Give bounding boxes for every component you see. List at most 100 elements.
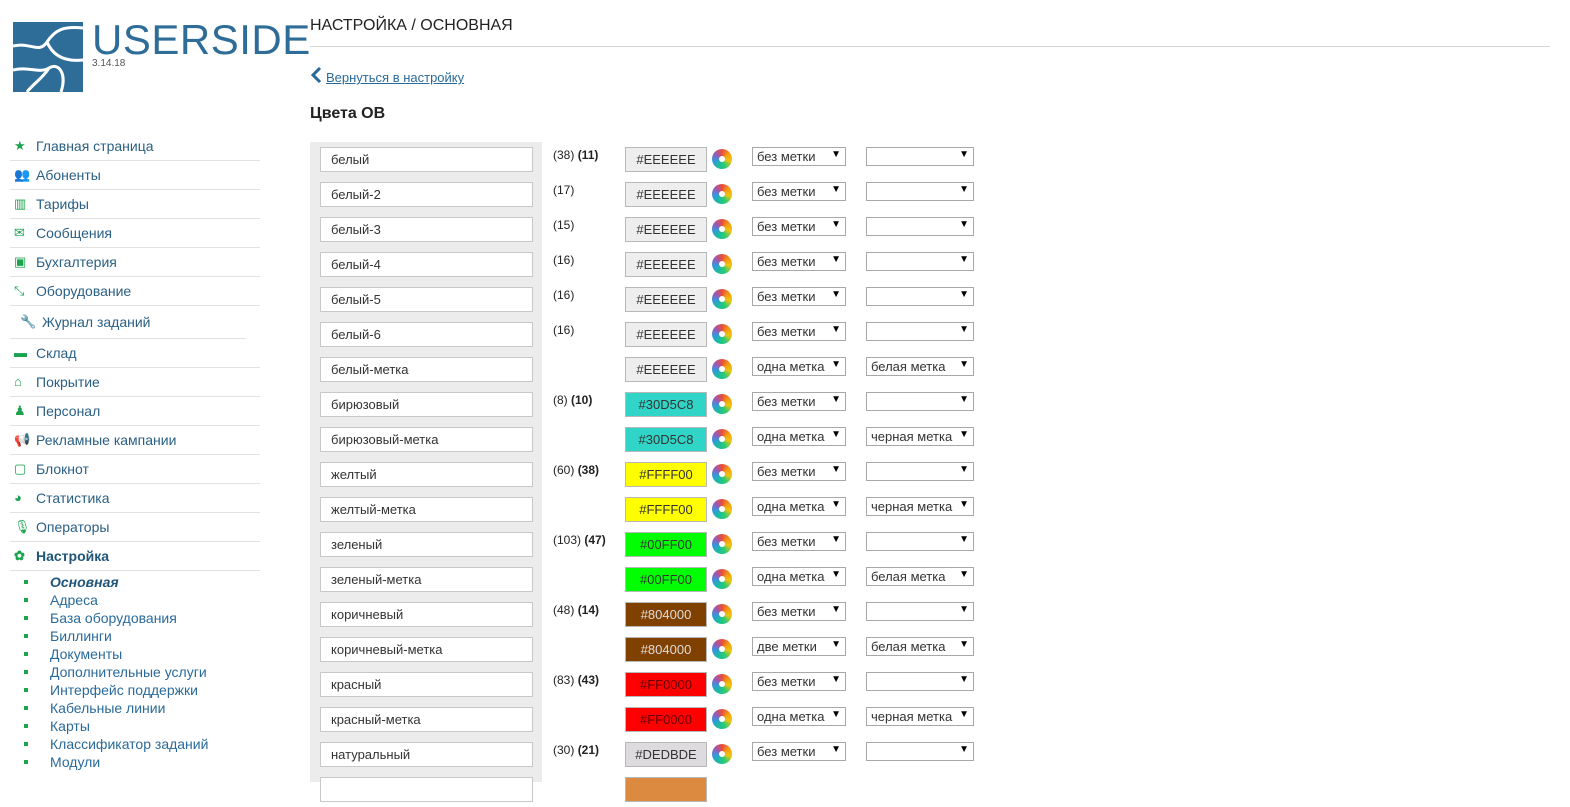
- label-color-select[interactable]: ▼: [866, 602, 974, 621]
- sidebar-item[interactable]: ▣ Бухгалтерия: [10, 248, 260, 277]
- sidebar-item[interactable]: ▬ Склад: [10, 339, 260, 368]
- hex-color-input[interactable]: #30D5C8: [625, 392, 707, 417]
- color-wheel-icon[interactable]: [712, 639, 732, 659]
- color-name-input[interactable]: [320, 252, 533, 277]
- color-wheel-icon[interactable]: [712, 184, 732, 204]
- color-name-input[interactable]: [320, 217, 533, 242]
- sidebar-item[interactable]: 📢 Рекламные кампании: [10, 426, 260, 455]
- color-name-input[interactable]: [320, 742, 533, 767]
- submenu-item[interactable]: Биллинги: [10, 627, 260, 645]
- label-mode-select[interactable]: одна метка ▼: [752, 567, 846, 586]
- submenu-item[interactable]: Кабельные линии: [10, 699, 260, 717]
- label-color-select[interactable]: ▼: [866, 322, 974, 341]
- color-wheel-icon[interactable]: [712, 359, 732, 379]
- color-wheel-icon[interactable]: [712, 569, 732, 589]
- sidebar-item[interactable]: 🔧 Журнал заданий: [10, 306, 246, 339]
- hex-color-input[interactable]: #00FF00: [625, 567, 707, 592]
- hex-color-input[interactable]: #EEEEEE: [625, 217, 707, 242]
- hex-color-input[interactable]: #804000: [625, 637, 707, 662]
- submenu-item[interactable]: Дополнительные услуги: [10, 663, 260, 681]
- submenu-item[interactable]: База оборудования: [10, 609, 260, 627]
- submenu-item[interactable]: Интерфейс поддержки: [10, 681, 260, 699]
- color-name-input[interactable]: [320, 392, 533, 417]
- label-mode-select[interactable]: без метки ▼: [752, 742, 846, 761]
- label-mode-select[interactable]: без метки ▼: [752, 462, 846, 481]
- hex-color-input[interactable]: #EEEEEE: [625, 287, 707, 312]
- label-mode-select[interactable]: без метки ▼: [752, 672, 846, 691]
- label-color-select[interactable]: черная метка ▼: [866, 707, 974, 726]
- submenu-item[interactable]: Документы: [10, 645, 260, 663]
- label-color-select[interactable]: ▼: [866, 287, 974, 306]
- hex-color-input[interactable]: #EEEEEE: [625, 147, 707, 172]
- label-color-select[interactable]: ▼: [866, 147, 974, 166]
- label-color-select[interactable]: ▼: [866, 462, 974, 481]
- sidebar-item[interactable]: ★ Главная страница: [10, 132, 260, 161]
- back-link[interactable]: Вернуться в настройку: [310, 66, 464, 88]
- color-name-input[interactable]: [320, 707, 533, 732]
- label-color-select[interactable]: ▼: [866, 672, 974, 691]
- label-color-select[interactable]: ▼: [866, 532, 974, 551]
- hex-color-input[interactable]: #30D5C8: [625, 427, 707, 452]
- sidebar-item[interactable]: 🎙 Операторы: [10, 513, 260, 542]
- color-wheel-icon[interactable]: [712, 254, 732, 274]
- hex-color-input[interactable]: #FF0000: [625, 707, 707, 732]
- color-name-input[interactable]: [320, 637, 533, 662]
- color-name-input[interactable]: [320, 357, 533, 382]
- color-wheel-icon[interactable]: [712, 674, 732, 694]
- label-color-select[interactable]: белая метка ▼: [866, 567, 974, 586]
- label-color-select[interactable]: черная метка ▼: [866, 427, 974, 446]
- hex-color-input[interactable]: #FFFF00: [625, 462, 707, 487]
- hex-color-input[interactable]: #DEDBDE: [625, 742, 707, 767]
- color-name-input[interactable]: [320, 322, 533, 347]
- hex-color-input[interactable]: #00FF00: [625, 532, 707, 557]
- color-wheel-icon[interactable]: [712, 429, 732, 449]
- color-name-input[interactable]: [320, 497, 533, 522]
- hex-color-input[interactable]: #804000: [625, 602, 707, 627]
- label-color-select[interactable]: ▼: [866, 252, 974, 271]
- hex-color-input[interactable]: [625, 777, 707, 802]
- color-wheel-icon[interactable]: [712, 149, 732, 169]
- sidebar-item[interactable]: ◕ Статистика: [10, 484, 260, 513]
- submenu-item[interactable]: Основная: [10, 573, 260, 591]
- label-color-select[interactable]: ▼: [866, 182, 974, 201]
- label-mode-select[interactable]: без метки ▼: [752, 602, 846, 621]
- label-mode-select[interactable]: одна метка ▼: [752, 707, 846, 726]
- color-wheel-icon[interactable]: [712, 394, 732, 414]
- color-name-input[interactable]: [320, 777, 533, 802]
- color-wheel-icon[interactable]: [712, 464, 732, 484]
- color-name-input[interactable]: [320, 672, 533, 697]
- label-mode-select[interactable]: без метки ▼: [752, 182, 846, 201]
- hex-color-input[interactable]: #EEEEEE: [625, 357, 707, 382]
- color-name-input[interactable]: [320, 567, 533, 592]
- sidebar-item[interactable]: ▢ Блокнот: [10, 455, 260, 484]
- color-name-input[interactable]: [320, 182, 533, 207]
- color-wheel-icon[interactable]: [712, 289, 732, 309]
- color-name-input[interactable]: [320, 532, 533, 557]
- label-color-select[interactable]: ▼: [866, 742, 974, 761]
- label-color-select[interactable]: ▼: [866, 392, 974, 411]
- label-color-select[interactable]: ▼: [866, 217, 974, 236]
- color-name-input[interactable]: [320, 287, 533, 312]
- label-mode-select[interactable]: без метки ▼: [752, 532, 846, 551]
- label-mode-select[interactable]: одна метка ▼: [752, 357, 846, 376]
- label-color-select[interactable]: белая метка ▼: [866, 637, 974, 656]
- label-mode-select[interactable]: одна метка ▼: [752, 497, 846, 516]
- label-mode-select[interactable]: одна метка ▼: [752, 427, 846, 446]
- color-name-input[interactable]: [320, 147, 533, 172]
- hex-color-input[interactable]: #EEEEEE: [625, 182, 707, 207]
- submenu-item[interactable]: Классификатор заданий: [10, 735, 260, 753]
- app-logo[interactable]: USERSIDE 3.14.18: [12, 16, 310, 94]
- submenu-item[interactable]: Карты: [10, 717, 260, 735]
- color-wheel-icon[interactable]: [712, 499, 732, 519]
- sidebar-item[interactable]: ✿ Настройка: [10, 542, 260, 571]
- color-wheel-icon[interactable]: [712, 604, 732, 624]
- color-wheel-icon[interactable]: [712, 744, 732, 764]
- sidebar-item[interactable]: ▥ Тарифы: [10, 190, 260, 219]
- hex-color-input[interactable]: #FFFF00: [625, 497, 707, 522]
- label-mode-select[interactable]: без метки ▼: [752, 392, 846, 411]
- label-mode-select[interactable]: две метки ▼: [752, 637, 846, 656]
- label-mode-select[interactable]: без метки ▼: [752, 147, 846, 166]
- color-wheel-icon[interactable]: [712, 709, 732, 729]
- color-name-input[interactable]: [320, 427, 533, 452]
- sidebar-item[interactable]: ♟ Персонал: [10, 397, 260, 426]
